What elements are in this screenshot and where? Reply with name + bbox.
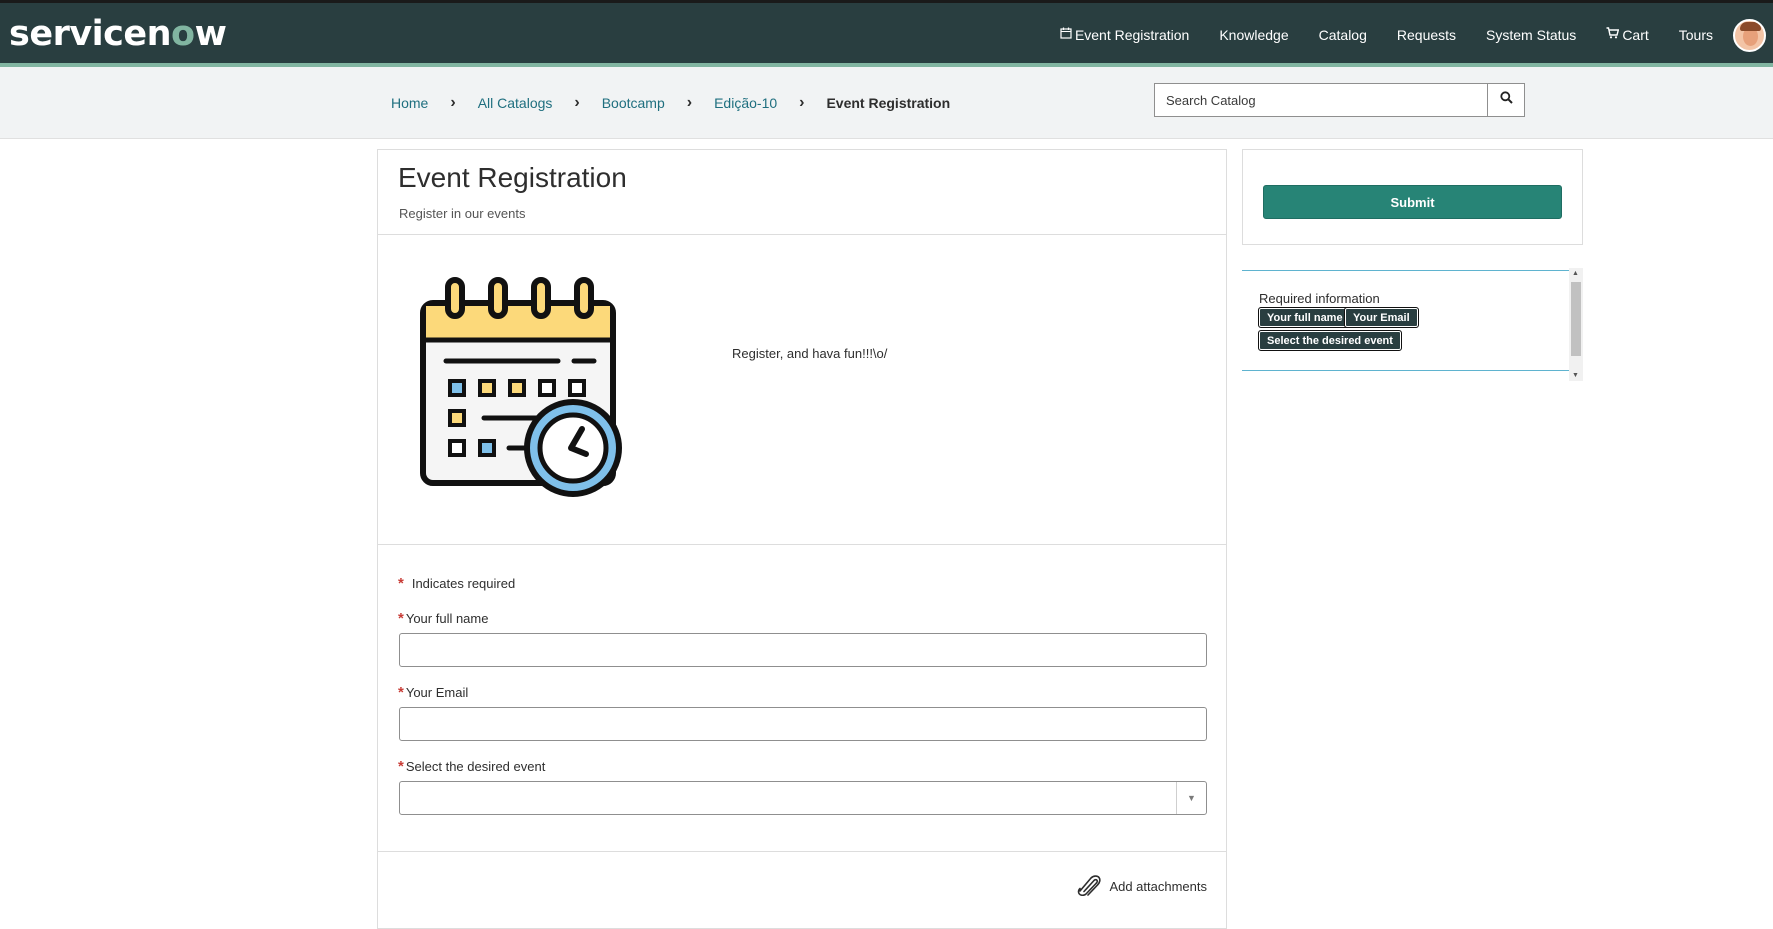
user-avatar[interactable] bbox=[1733, 19, 1766, 52]
breadcrumb-home[interactable]: Home bbox=[391, 95, 428, 111]
catalog-search bbox=[1154, 83, 1525, 117]
required-information-title: Required information bbox=[1259, 291, 1380, 306]
submit-button[interactable]: Submit bbox=[1263, 185, 1562, 219]
calendar-clock-image bbox=[416, 268, 646, 513]
item-description: Register, and hava fun!!!\o/ bbox=[732, 346, 888, 361]
required-marker: * bbox=[398, 610, 404, 627]
required-marker: * bbox=[398, 758, 404, 775]
nav-label: System Status bbox=[1486, 26, 1577, 43]
servicenow-logo[interactable]: servicenow bbox=[9, 14, 227, 54]
scrollbar-thumb[interactable] bbox=[1571, 282, 1581, 356]
page-subtitle: Register in our events bbox=[399, 206, 526, 221]
event-select-label-text: Select the desired event bbox=[405, 759, 546, 774]
email-label-text: Your Email bbox=[405, 685, 469, 700]
dropdown-arrow-icon[interactable]: ▼ bbox=[1176, 782, 1206, 814]
chevron-right-icon: › bbox=[574, 94, 580, 111]
nav-cart[interactable]: Cart bbox=[1606, 26, 1649, 43]
nav-label: Knowledge bbox=[1219, 26, 1289, 43]
scroll-down-arrow-icon[interactable]: ▼ bbox=[1572, 372, 1579, 379]
nav-label: Catalog bbox=[1318, 26, 1367, 43]
full-name-label-text: Your full name bbox=[405, 611, 489, 626]
required-badge-event[interactable]: Select the desired event bbox=[1258, 330, 1402, 351]
email-label: * Your Email bbox=[398, 684, 468, 701]
page-title: Event Registration bbox=[398, 162, 627, 193]
full-name-label: * Your full name bbox=[398, 610, 488, 627]
chevron-right-icon: › bbox=[686, 94, 693, 111]
nav-label: Requests bbox=[1396, 26, 1457, 43]
avatar-hair bbox=[1740, 22, 1761, 31]
top-navbar: servicenow Event Registration Knowledge … bbox=[0, 0, 1773, 67]
event-select[interactable]: ▼ bbox=[399, 781, 1207, 815]
chevron-right-icon: › bbox=[450, 94, 456, 111]
nav-label: Cart bbox=[1622, 26, 1649, 43]
add-attachments-button[interactable]: Add attachments bbox=[1076, 874, 1207, 899]
search-input[interactable] bbox=[1154, 83, 1487, 117]
nav-catalog[interactable]: Catalog bbox=[1319, 27, 1367, 43]
search-button[interactable] bbox=[1487, 83, 1525, 117]
scroll-up-arrow-icon[interactable]: ▲ bbox=[1572, 270, 1579, 277]
breadcrumb-all-catalogs[interactable]: All Catalogs bbox=[478, 95, 553, 111]
breadcrumb-current: Event Registration bbox=[826, 95, 951, 111]
event-select-label: * Select the desired event bbox=[398, 758, 545, 775]
search-icon bbox=[1499, 91, 1513, 109]
required-marker: * bbox=[398, 575, 404, 592]
nav-event-registration[interactable]: Event Registration bbox=[1060, 27, 1189, 43]
full-name-field[interactable] bbox=[399, 633, 1207, 667]
required-information-box: Required information Your full name Your… bbox=[1242, 270, 1569, 371]
nav-tours[interactable]: Tours bbox=[1679, 27, 1713, 43]
catalog-item-panel: Event Registration Register in our event… bbox=[377, 149, 1227, 929]
breadcrumb: Home › All Catalogs › Bootcamp › Edição-… bbox=[391, 67, 950, 139]
required-badge-full-name[interactable]: Your full name bbox=[1258, 307, 1352, 328]
required-note-text: Indicates required bbox=[411, 576, 516, 591]
nav-knowledge[interactable]: Knowledge bbox=[1219, 27, 1288, 43]
submit-box: Submit bbox=[1242, 149, 1583, 245]
paperclip-icon bbox=[1076, 874, 1109, 899]
cart-icon bbox=[1606, 27, 1620, 42]
email-field[interactable] bbox=[399, 707, 1207, 741]
nav-label: Tours bbox=[1678, 26, 1713, 43]
nav-system-status[interactable]: System Status bbox=[1486, 27, 1576, 43]
breadcrumb-bootcamp[interactable]: Bootcamp bbox=[602, 95, 665, 111]
divider bbox=[378, 234, 1226, 235]
main-nav: Event Registration Knowledge Catalog Req… bbox=[1030, 3, 1713, 66]
required-marker: * bbox=[398, 684, 404, 701]
divider bbox=[378, 544, 1226, 545]
required-badge-email[interactable]: Your Email bbox=[1344, 307, 1419, 328]
required-note: * Indicates required bbox=[398, 575, 515, 592]
breadcrumb-edicao-10[interactable]: Edição-10 bbox=[714, 95, 777, 111]
chevron-right-icon: › bbox=[799, 94, 805, 111]
divider bbox=[378, 851, 1226, 852]
add-attachments-label: Add attachments bbox=[1109, 879, 1207, 894]
calendar-icon bbox=[1060, 27, 1072, 42]
required-info-scrollbar[interactable]: ▲ ▼ bbox=[1569, 268, 1583, 381]
nav-requests[interactable]: Requests bbox=[1397, 27, 1456, 43]
nav-label: Event Registration bbox=[1074, 26, 1190, 43]
